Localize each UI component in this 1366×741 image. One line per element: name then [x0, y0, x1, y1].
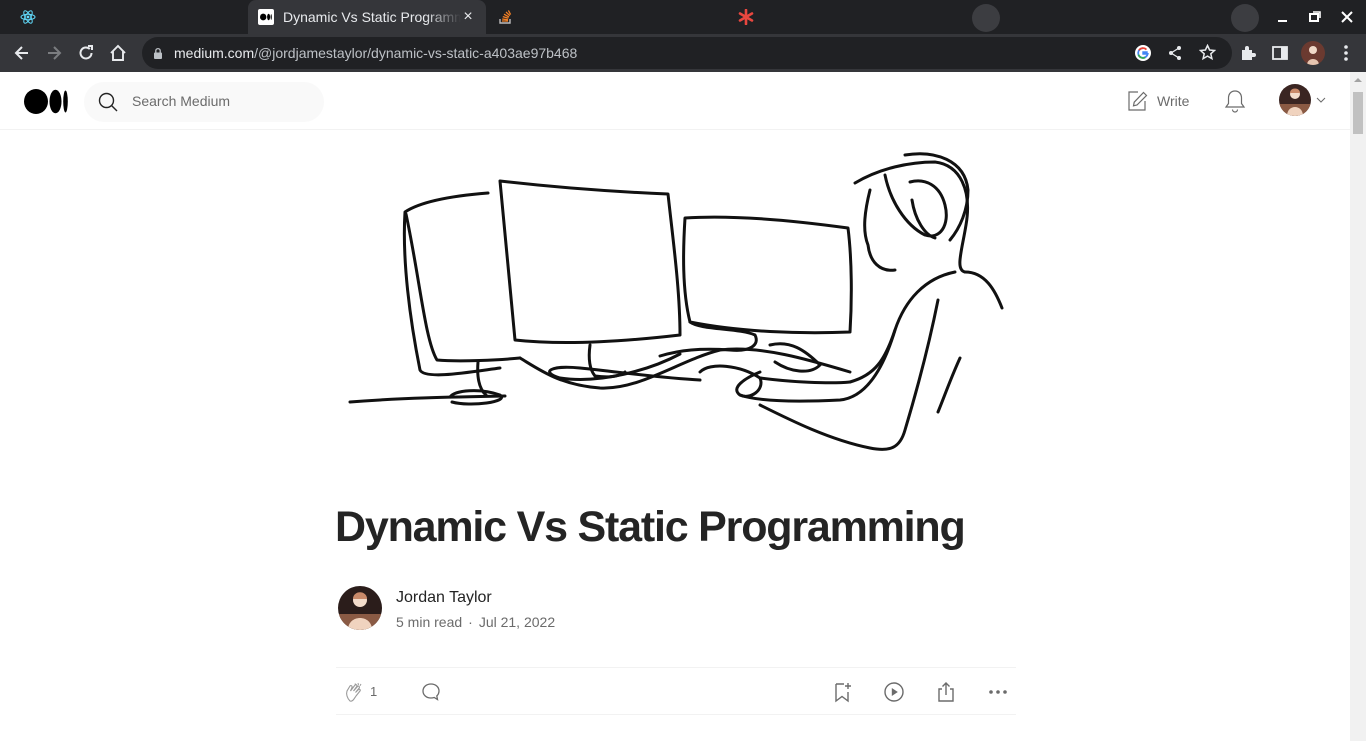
home-icon[interactable] [108, 43, 128, 63]
write-icon [1128, 91, 1148, 111]
url-text: medium.com/@jordjamestaylor/dynamic-vs-s… [174, 45, 577, 61]
clap-count: 1 [370, 684, 378, 699]
tab-title: Dynamic Vs Static Programming [283, 9, 461, 25]
medium-logo-icon[interactable] [24, 89, 68, 114]
close-window-icon[interactable] [1338, 8, 1356, 26]
tab-search-button[interactable] [1231, 4, 1259, 32]
publish-date: Jul 21, 2022 [478, 614, 556, 630]
user-avatar[interactable] [1279, 84, 1311, 116]
meta-separator: · [468, 614, 473, 630]
scrollbar-thumb[interactable] [1353, 92, 1363, 134]
write-button[interactable]: Write [1127, 90, 1189, 112]
author-avatar[interactable] [338, 586, 382, 630]
hero-illustration [348, 152, 1004, 451]
tab-react[interactable] [8, 0, 246, 34]
scrollbar-track[interactable] [1350, 72, 1366, 741]
react-icon [20, 10, 36, 24]
article-action-bar: 1 [336, 667, 1016, 715]
tab-stackoverflow[interactable] [488, 0, 726, 34]
medium-header: Search Medium Write [0, 72, 1350, 130]
back-icon[interactable] [12, 43, 32, 63]
close-tab-icon[interactable]: × [460, 9, 476, 25]
medium-icon [258, 9, 274, 25]
side-panel-icon[interactable] [1270, 43, 1290, 63]
author-name[interactable]: Jordan Taylor [396, 589, 492, 607]
clap-icon[interactable] [344, 681, 366, 703]
url-host: medium.com [174, 45, 255, 61]
minimize-icon[interactable] [1274, 8, 1292, 26]
reload-icon[interactable] [76, 43, 96, 63]
save-bookmark-icon[interactable] [831, 681, 853, 703]
search-input[interactable]: Search Medium [132, 93, 230, 109]
browser-tab-bar: Dynamic Vs Static Programming × [0, 0, 1366, 34]
search-bar[interactable]: Search Medium [84, 82, 324, 122]
new-tab-button[interactable] [972, 4, 1000, 32]
read-time: 5 min read [396, 614, 463, 630]
write-label: Write [1157, 93, 1190, 109]
more-options-icon[interactable] [987, 681, 1009, 703]
article-meta: 5 min read · Jul 21, 2022 [396, 614, 555, 630]
profile-avatar[interactable] [1301, 41, 1325, 65]
bookmark-star-icon[interactable] [1199, 44, 1216, 61]
url-path: /@jordjamestaylor/dynamic-vs-static-a403… [254, 45, 578, 61]
scroll-up-arrow-icon[interactable] [1353, 76, 1363, 84]
stackoverflow-icon [499, 10, 512, 24]
comment-icon[interactable] [420, 681, 442, 703]
google-icon[interactable] [1135, 45, 1151, 61]
chevron-down-icon[interactable] [1316, 96, 1326, 104]
forward-icon[interactable] [44, 43, 64, 63]
tab-medium-article[interactable]: Dynamic Vs Static Programming × [248, 0, 486, 34]
restore-icon[interactable] [1306, 8, 1324, 26]
extensions-icon[interactable] [1238, 43, 1258, 63]
lock-icon[interactable] [152, 47, 164, 60]
share-icon[interactable] [935, 681, 957, 703]
tab-asterisk[interactable] [728, 0, 966, 34]
address-bar[interactable]: medium.com/@jordjamestaylor/dynamic-vs-s… [142, 37, 1232, 69]
search-icon [98, 92, 118, 112]
notifications-bell-icon[interactable] [1224, 89, 1246, 113]
menu-dots-icon[interactable] [1336, 43, 1356, 63]
share-page-icon[interactable] [1167, 45, 1183, 61]
asterisk-icon [738, 9, 754, 25]
listen-play-icon[interactable] [883, 681, 905, 703]
article-title: Dynamic Vs Static Programming [335, 503, 966, 551]
browser-toolbar: medium.com/@jordjamestaylor/dynamic-vs-s… [0, 34, 1366, 72]
